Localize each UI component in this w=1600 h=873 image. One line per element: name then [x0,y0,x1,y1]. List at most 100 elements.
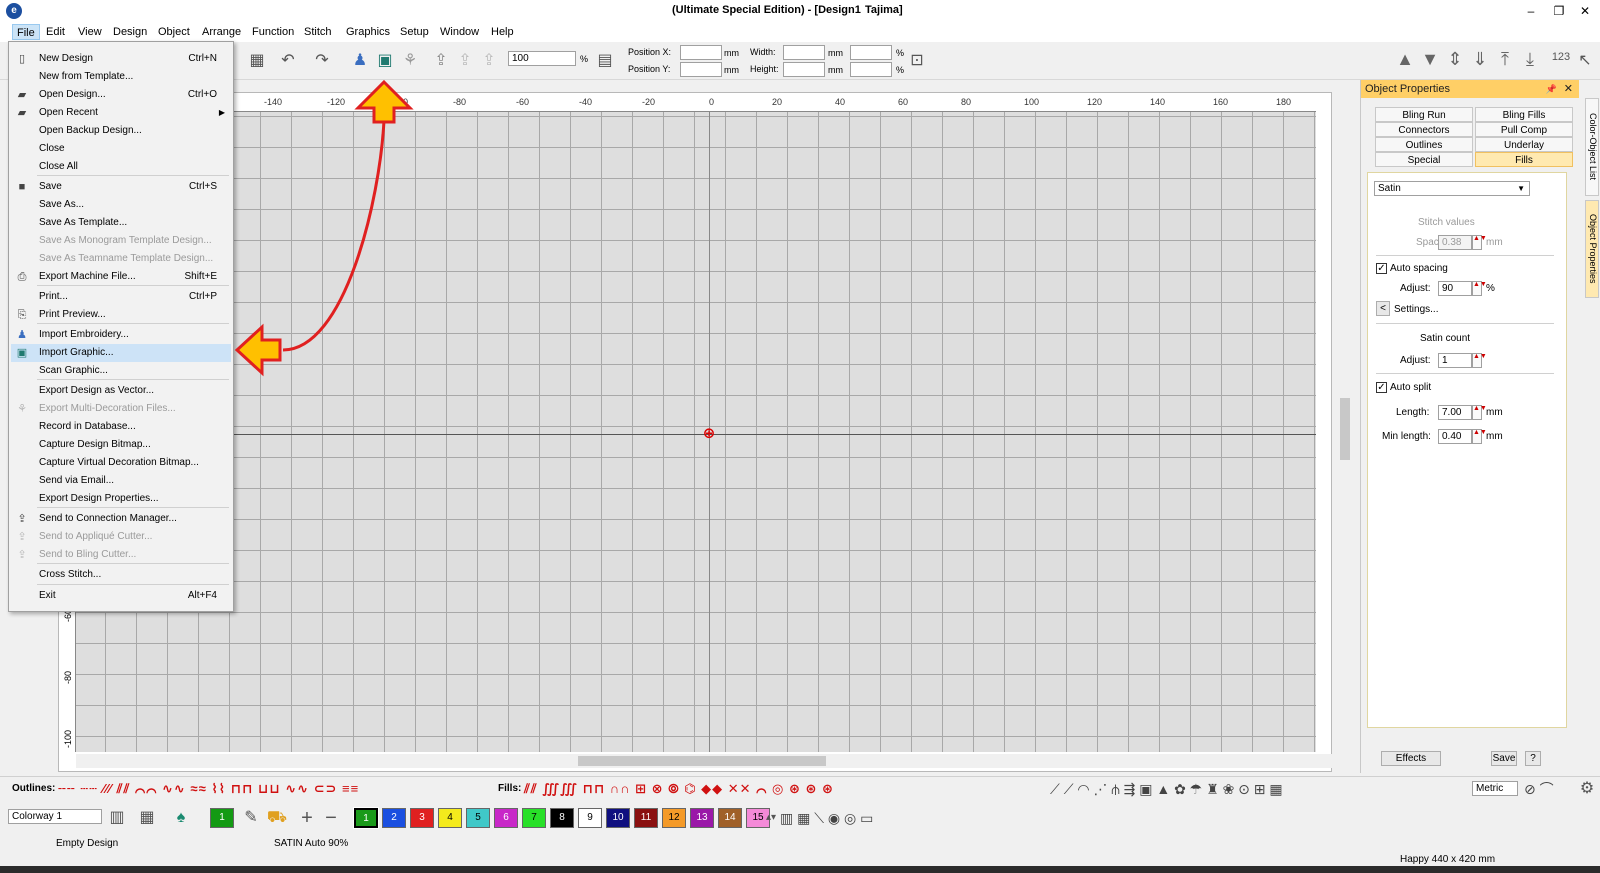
multi-decoration-toolbar-icon[interactable]: ⚘ [399,50,421,72]
import-embroidery-toolbar-icon[interactable]: ♟ [349,50,371,72]
design-canvas-grid[interactable] [76,112,1316,752]
close-panel-icon[interactable]: ✕ [1564,80,1573,98]
select-tool-icon[interactable]: ↖ [1574,50,1596,72]
side-tab-object-properties[interactable]: Object Properties [1585,200,1599,298]
length-spinner[interactable]: ▲▼ [1472,405,1487,420]
file-menu-item-scan-graphic[interactable]: Scan Graphic... [11,362,231,380]
connection-manager-toolbar-icon[interactable]: ⇪ [430,50,452,72]
file-menu-item-export-multi-decoration-files[interactable]: ⚘ Export Multi-Decoration Files... [11,400,231,418]
min-length-spinner[interactable]: ▲▼ [1472,429,1487,444]
file-menu-item-save[interactable]: ■ Save Ctrl+S [11,178,231,196]
menu-view[interactable]: View [74,24,106,40]
remove-color-icon[interactable]: − [320,807,342,829]
file-menu-item-close[interactable]: Close [11,140,231,158]
sequence-counter-icon[interactable]: 123 [1550,46,1572,68]
color-swatch-3[interactable]: 3 [410,808,434,828]
file-menu-item-export-design-properties[interactable]: Export Design Properties... [11,490,231,508]
auto-spacing-adjust-spinner[interactable]: ▲▼ [1472,281,1487,296]
tab-underlay[interactable]: Underlay [1475,137,1573,152]
file-menu-item-export-machine-file[interactable]: ⎙ Export Machine File... Shift+E [11,268,231,286]
undo-icon[interactable]: ↶ [277,50,299,72]
file-menu-item-exit[interactable]: Exit Alt+F4 [11,587,231,605]
paint-bucket-icon[interactable]: ⛟ [266,807,288,829]
file-menu-item-save-as-teamname-template-design[interactable]: Save As Teamname Template Design... [11,250,231,268]
file-menu-item-close-all[interactable]: Close All [11,158,231,176]
file-menu-item-import-graphic[interactable]: ▣ Import Graphic... [11,344,231,362]
color-swatch-7[interactable]: 7 [522,808,546,828]
menu-object[interactable]: Object [154,24,194,40]
menu-function[interactable]: Function [248,24,298,40]
decoration-tools-strip[interactable]: ⟋ ⟋ ◠ ⋰ ⫛ ⇶ ▣ ▲ ✿ ☂ ♜ ❀ ⊙ ⊞ ▦ [1050,779,1422,799]
current-color-swatch[interactable]: 1 [210,808,234,828]
outline-stitch-types[interactable]: ╌╌ ┄┄ ⁄⁄⁄ ⫽⫽ ⌒⌒ ∿∿ ≈≈ ⌇⌇ ⊓⊓ ⊔⊔ ∿∿ ⊂⊃ ≡≡ [58,781,359,797]
menu-graphics[interactable]: Graphics [342,24,394,40]
color-swatch-5[interactable]: 5 [466,808,490,828]
menu-design[interactable]: Design [109,24,151,40]
file-menu-item-new-from-template[interactable]: New from Template... [11,68,231,86]
file-menu-item-capture-virtual-decoration-bitmap[interactable]: Capture Virtual Decoration Bitmap... [11,454,231,472]
file-menu-item-cross-stitch[interactable]: Cross Stitch... [11,566,231,584]
file-menu-item-print-preview[interactable]: ⎘ Print Preview... [11,306,231,324]
minimize-button[interactable]: – [1520,2,1542,20]
vertical-scrollbar[interactable] [1338,112,1352,754]
vertical-scroll-thumb[interactable] [1340,398,1350,460]
color-swatch-12[interactable]: 12 [662,808,686,828]
file-menu-item-open-recent[interactable]: ▰ Open Recent ▶ [11,104,231,122]
settings-expand-button[interactable]: < [1376,301,1390,316]
save-properties-button[interactable]: Save [1491,751,1517,766]
satin-count-adjust-input[interactable]: 1 [1438,353,1472,368]
menu-setup[interactable]: Setup [396,24,433,40]
applique-cutter-toolbar-icon[interactable]: ⇪ [454,50,476,72]
file-menu-item-new-design[interactable]: ▯ New Design Ctrl+N [11,50,231,68]
file-menu-item-capture-design-bitmap[interactable]: Capture Design Bitmap... [11,436,231,454]
menu-stitch[interactable]: Stitch [300,24,336,40]
file-menu-item-save-as-template[interactable]: Save As Template... [11,214,231,232]
min-length-input[interactable]: 0.40 [1438,429,1472,444]
garment-icon[interactable]: ♠ [170,807,192,829]
color-swatch-8[interactable]: 8 [550,808,574,828]
file-menu-item-send-to-bling-cutter[interactable]: ⇪ Send to Bling Cutter... [11,546,231,564]
color-swatch-10[interactable]: 10 [606,808,630,828]
bling-cutter-toolbar-icon[interactable]: ⇪ [478,50,500,72]
align-top-icon[interactable]: ▲ [1394,48,1416,70]
add-color-icon[interactable]: + [296,807,318,829]
settings-gear-icon[interactable]: ⚙ [1576,778,1598,800]
file-menu-item-print[interactable]: Print... Ctrl+P [11,288,231,306]
app-logo-icon[interactable]: e [6,3,22,19]
pin-panel-icon[interactable]: 📌 [1546,80,1557,98]
color-swatch-1[interactable]: 1 [353,807,379,829]
auto-spacing-adjust-input[interactable]: 90 [1438,281,1472,296]
tab-bling-fills[interactable]: Bling Fills [1475,107,1573,122]
file-menu-item-export-design-as-vector[interactable]: Export Design as Vector... [11,382,231,400]
file-menu-item-open-backup-design[interactable]: Open Backup Design... [11,122,231,140]
effects-button[interactable]: Effects [1381,751,1441,766]
zoom-input[interactable]: 100 [508,51,576,66]
color-swatch-11[interactable]: 11 [634,808,658,828]
color-swatch-2[interactable]: 2 [382,808,406,828]
file-menu-item-save-as-monogram-template-design[interactable]: Save As Monogram Template Design... [11,232,231,250]
color-palette-icon[interactable]: ▦ [136,807,158,829]
tab-fills[interactable]: Fills [1475,152,1573,167]
save-icon[interactable]: ▦ [246,50,268,72]
fill-type-select[interactable]: Satin ▼ [1374,181,1530,196]
menu-file[interactable]: File [12,24,40,40]
file-menu-item-record-in-database[interactable]: Record in Database... [11,418,231,436]
menu-window[interactable]: Window [436,24,483,40]
import-graphic-toolbar-icon[interactable]: ▣ [374,50,396,72]
file-menu-item-save-as[interactable]: Save As... [11,196,231,214]
align-middle-icon[interactable]: ⇕ [1444,48,1466,70]
color-swatch-13[interactable]: 13 [690,808,714,828]
redo-icon[interactable]: ↷ [311,50,333,72]
height-input[interactable] [783,62,825,77]
color-swatch-9[interactable]: 9 [578,808,602,828]
align-bottom-icon[interactable]: ▼ [1419,48,1441,70]
zoom-to-fit-icon[interactable]: ▤ [594,50,616,72]
fill-stitch-types[interactable]: ⫽⫽ ∭∭ ⊓⊓ ∩∩ ⊞ ⊗ ⦾ ⌬ ◆◆ ✕✕ ⌒ ◎ ⊛ ⊛ ⊛ [524,781,834,797]
position-y-input[interactable] [680,62,722,77]
colorway-select[interactable]: Colorway 1 [8,809,102,824]
file-menu-item-import-embroidery[interactable]: ♟ Import Embroidery... [11,326,231,344]
tab-bling-run[interactable]: Bling Run [1375,107,1473,122]
spacing-spinner[interactable]: ▲▼ [1472,235,1487,250]
units-select[interactable]: Metric [1472,781,1518,796]
width-percent-input[interactable] [850,45,892,60]
